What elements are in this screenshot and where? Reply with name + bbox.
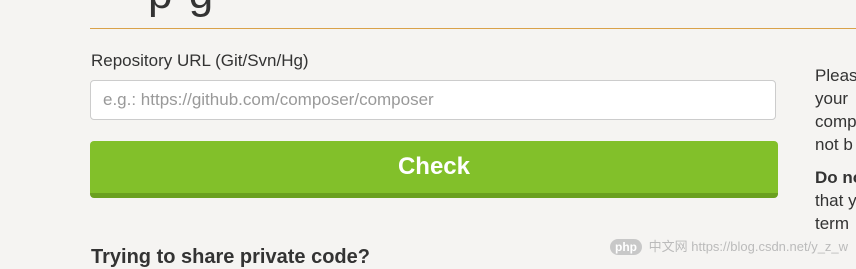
watermark-logo: php	[610, 239, 642, 255]
watermark: php 中文网 https://blog.csdn.net/y_z_w	[610, 236, 848, 255]
title-divider	[90, 28, 856, 29]
sidebar-line: your	[815, 89, 849, 108]
repository-url-label: Repository URL (Git/Svn/Hg)	[91, 51, 309, 70]
private-code-heading: Trying to share private code?	[91, 246, 370, 268]
sidebar-bold-line: Do no	[815, 168, 856, 187]
sidebar-help-text: Pleas your comp not b Do no that y term	[815, 64, 856, 235]
sidebar-line: comp	[815, 112, 856, 131]
repository-url-input[interactable]	[90, 80, 776, 120]
check-button[interactable]: Check	[90, 141, 778, 198]
sidebar-line: Pleas	[815, 66, 856, 85]
watermark-text: 中文网 https://blog.csdn.net/y_z_w	[648, 239, 849, 254]
sidebar-line: not b	[815, 135, 853, 154]
page-title: p g	[148, 0, 215, 16]
sidebar-line: term	[815, 214, 849, 233]
sidebar-line: that y	[815, 191, 856, 210]
